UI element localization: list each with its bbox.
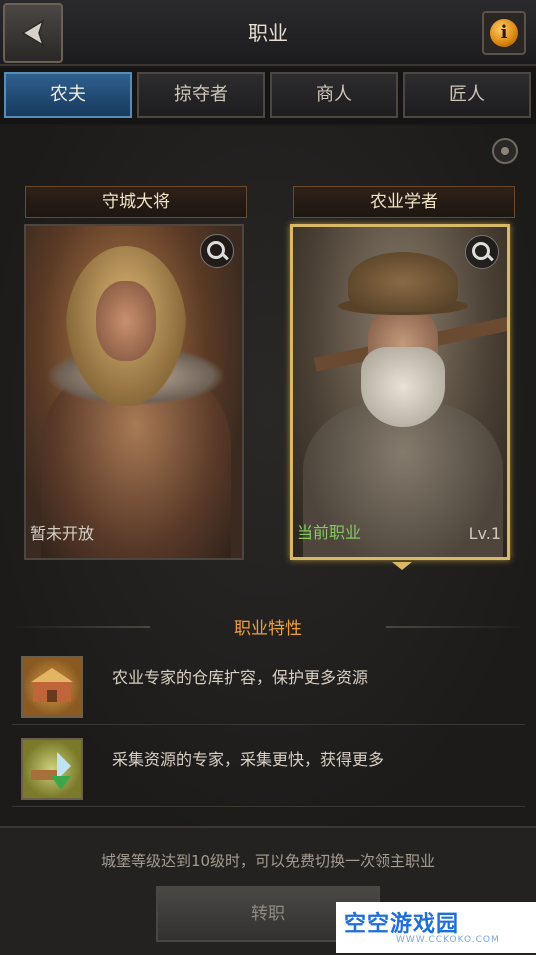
warehouse-icon <box>21 656 83 718</box>
selection-arrow-icon <box>392 562 412 570</box>
tab-merchant[interactable]: 商人 <box>270 72 398 118</box>
zoom-icon[interactable] <box>465 235 499 269</box>
tab-plunderer[interactable]: 掠夺者 <box>137 72 265 118</box>
card-status: 暂未开放 <box>30 524 95 543</box>
zoom-icon[interactable] <box>200 234 234 268</box>
switch-hint: 城堡等级达到10级时，可以免费切换一次领主职业 <box>100 852 436 870</box>
current-profession-label: 当前职业 <box>297 523 362 542</box>
info-icon: i <box>490 19 518 47</box>
profession-card-scholar[interactable]: 当前职业 Lv.1 <box>290 224 510 560</box>
tab-craftsman[interactable]: 匠人 <box>403 72 531 118</box>
warrior-portrait <box>26 226 242 558</box>
profession-tabs: 农夫 掠夺者 商人 匠人 <box>0 68 536 124</box>
farmer-portrait <box>293 227 507 557</box>
top-bar: 职业 i <box>0 0 536 66</box>
profession-name-right: 农业学者 <box>293 186 515 218</box>
profession-name-left: 守城大将 <box>25 186 247 218</box>
watermark-text: 空空游戏园 <box>344 912 460 937</box>
watermark-logo: 空空游戏园 WWW.CCKOKO.COM <box>336 902 536 953</box>
info-button[interactable]: i <box>482 11 526 55</box>
tab-farmer[interactable]: 农夫 <box>4 72 132 118</box>
trait-item: 农业专家的仓库扩容，保护更多资源 <box>12 652 525 725</box>
profession-level: Lv.1 <box>468 524 501 543</box>
profession-card-defender[interactable]: 暂未开放 <box>24 224 244 560</box>
eye-icon[interactable] <box>492 138 518 164</box>
trait-text: 采集资源的专家，采集更快，获得更多 <box>112 750 385 769</box>
resources-icon <box>21 738 83 800</box>
page-title: 职业 <box>248 21 288 45</box>
watermark-sub: WWW.CCKOKO.COM <box>396 935 500 945</box>
trait-text: 农业专家的仓库扩容，保护更多资源 <box>112 668 369 687</box>
trait-item: 采集资源的专家，采集更快，获得更多 <box>12 734 525 807</box>
traits-title: 职业特性 <box>234 619 302 639</box>
